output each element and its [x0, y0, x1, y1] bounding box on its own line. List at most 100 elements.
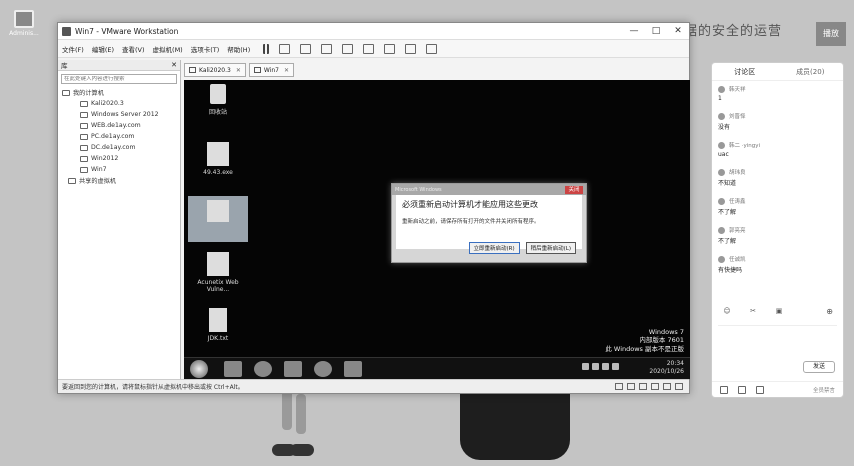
dialog-close-button[interactable]: 关闭	[565, 185, 583, 194]
pause-icon[interactable]	[263, 43, 270, 54]
tree-label: Windows Server 2012	[91, 111, 159, 118]
cd-icon[interactable]	[627, 383, 635, 390]
volume-icon[interactable]	[612, 363, 619, 370]
guest-screen[interactable]: 回收站 49.43.exe Acunetix Web Vulne... JDK.…	[184, 80, 690, 379]
tree-vm-web[interactable]: WEB.de1ay.com	[58, 120, 180, 131]
guest-icon-jdk[interactable]: JDK.txt	[188, 308, 248, 342]
desktop-icon-computer[interactable]: Adminis...	[4, 10, 44, 37]
send-ctrl-alt-del-icon[interactable]	[279, 43, 291, 54]
media-player-taskbar-icon[interactable]	[254, 361, 272, 377]
tree-my-computer[interactable]: 我的计算机	[58, 87, 180, 98]
emoji-icon[interactable]: ☺	[722, 307, 732, 315]
guest-icon-exe[interactable]: 49.43.exe	[188, 142, 248, 176]
tab-win7[interactable]: Win7 ✕	[248, 63, 294, 77]
status-bar: 要返回到您的计算机，请将鼠标指针从虚拟机中移出或按 Ctrl+Alt。	[58, 379, 689, 393]
start-button[interactable]	[190, 360, 208, 378]
chat-message: 刘晋怿 没有	[718, 112, 837, 131]
explorer-taskbar-icon[interactable]	[224, 361, 242, 377]
scissors-icon[interactable]: ✂	[748, 307, 758, 315]
guest-icon-acunetix[interactable]: Acunetix Web Vulne...	[188, 252, 248, 293]
avatar	[718, 255, 725, 263]
close-button[interactable]: ✕	[667, 26, 689, 36]
tree-vm-win2012[interactable]: Win2012	[58, 153, 180, 164]
tree-vm-pc[interactable]: PC.de1ay.com	[58, 131, 180, 142]
minimize-button[interactable]: —	[623, 26, 645, 36]
tray-icon[interactable]	[582, 363, 589, 370]
tree-label: DC.de1ay.com	[91, 144, 136, 151]
search-taskbar-icon[interactable]	[314, 361, 332, 377]
tree-label: 共享的虚拟机	[79, 178, 117, 185]
network-adapter-icon[interactable]	[639, 383, 647, 390]
vm-icon	[80, 100, 88, 107]
dialog-message: 重新启动之前，请保存所有打开的文件并关闭所有程序。	[402, 219, 540, 225]
menu-file[interactable]: 文件(F)	[62, 44, 84, 54]
send-button[interactable]: 发送	[803, 361, 835, 373]
dialog-titlebar[interactable]: Microsoft Windows 关闭	[392, 184, 586, 195]
app-taskbar-icon[interactable]	[284, 361, 302, 377]
tab-close-icon[interactable]: ✕	[236, 67, 241, 74]
fullscreen-icon[interactable]	[384, 43, 396, 54]
library-close-icon[interactable]: ✕	[171, 61, 177, 69]
library-view-icon[interactable]	[363, 43, 375, 54]
clock[interactable]: 20:34 2020/10/26	[649, 360, 684, 376]
tree-vm-dc[interactable]: DC.de1ay.com	[58, 142, 180, 153]
tray-icon[interactable]	[592, 363, 599, 370]
microphone-icon[interactable]	[720, 385, 728, 394]
app-taskbar-icon[interactable]	[344, 361, 362, 377]
guest-icon-label: 49.43.exe	[203, 169, 233, 176]
avatar	[718, 226, 725, 234]
guest-icon-recycle-bin[interactable]: 回收站	[188, 84, 248, 116]
tab-close-icon[interactable]: ✕	[284, 67, 289, 74]
chat-message: 胡玮良 不知道	[718, 168, 837, 187]
tree-vm-kali[interactable]: Kali2020.3	[58, 98, 180, 109]
menu-edit[interactable]: 编辑(E)	[92, 44, 114, 54]
message-author: 任涛鑫	[729, 199, 746, 205]
library-search[interactable]	[61, 74, 177, 84]
restart-now-button[interactable]: 立即重新启动(R)	[468, 242, 520, 254]
sound-icon[interactable]	[663, 383, 671, 390]
hdd-icon[interactable]	[615, 383, 623, 390]
guest-icon-selected[interactable]	[188, 196, 248, 242]
usb-icon[interactable]	[651, 383, 659, 390]
tree-vm-win7[interactable]: Win7	[58, 164, 180, 175]
add-icon[interactable]: ⊕	[826, 307, 833, 316]
chat-tools: ☺ ✂ ▣	[722, 307, 800, 315]
menu-view[interactable]: 查看(V)	[122, 44, 145, 54]
menu-vm[interactable]: 虚拟机(M)	[153, 44, 183, 54]
network-icon[interactable]	[602, 363, 609, 370]
image-icon[interactable]: ▣	[774, 307, 784, 315]
snapshot-icon[interactable]	[300, 43, 312, 54]
mute-all-label[interactable]: 全员禁言	[813, 386, 835, 394]
tab-kali[interactable]: Kali2020.3 ✕	[184, 63, 246, 77]
guest-icon-label: Acunetix Web Vulne...	[197, 279, 239, 293]
menu-tabs[interactable]: 选项卡(T)	[191, 44, 220, 54]
unity-icon[interactable]	[405, 43, 417, 54]
library-search-input[interactable]	[64, 76, 154, 82]
console-view-icon[interactable]	[426, 43, 438, 54]
vm-tabs: Kali2020.3 ✕ Win7 ✕	[184, 63, 297, 77]
title-bar[interactable]: Win7 - VMware Workstation — □ ✕	[58, 23, 689, 40]
maximize-button[interactable]: □	[645, 26, 667, 36]
vm-icon	[80, 144, 88, 151]
vm-icon	[80, 133, 88, 140]
tree-label: 我的计算机	[73, 90, 104, 97]
watermark-line: Windows 7	[648, 327, 684, 336]
menu-help[interactable]: 帮助(H)	[227, 44, 250, 54]
avatar	[718, 112, 725, 120]
tab-discussion[interactable]: 讨论区	[712, 67, 778, 77]
guest-icon-label: 回收站	[208, 109, 227, 116]
tree-label: WEB.de1ay.com	[91, 122, 141, 129]
tab-members[interactable]: 成员(20)	[778, 67, 844, 77]
tree-vm-winserver2012[interactable]: Windows Server 2012	[58, 109, 180, 120]
restart-later-button[interactable]: 稍后重新启动(L)	[525, 242, 576, 254]
display-icon[interactable]	[675, 383, 683, 390]
tree-shared-vms[interactable]: 共享的虚拟机	[58, 175, 180, 186]
message-text: uac	[718, 151, 729, 158]
library-header: 库 ✕	[58, 60, 180, 71]
speaker-icon[interactable]	[738, 385, 746, 394]
share-icon[interactable]	[756, 385, 764, 394]
revert-snapshot-icon[interactable]	[321, 43, 333, 54]
snapshot-manager-icon[interactable]	[342, 43, 354, 54]
live-chip[interactable]: 播放	[816, 22, 846, 46]
chat-message: 任涛鑫 不了解	[718, 197, 837, 216]
